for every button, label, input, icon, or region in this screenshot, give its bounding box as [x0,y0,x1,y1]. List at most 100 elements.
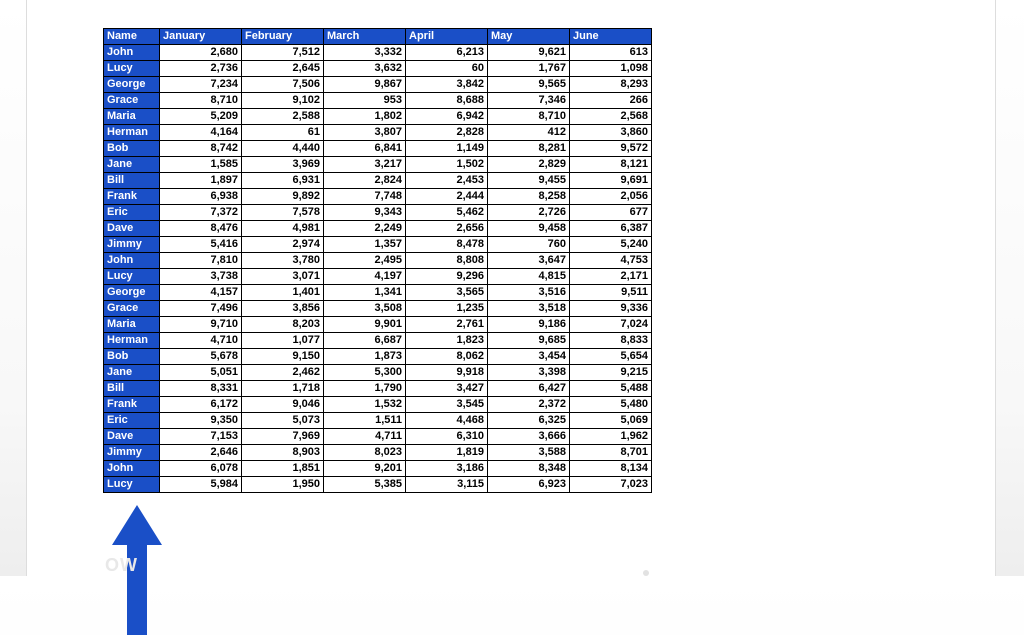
value-cell: 60 [406,61,488,77]
value-cell: 3,427 [406,381,488,397]
value-cell: 6,841 [324,141,406,157]
value-cell: 7,578 [242,205,324,221]
value-cell: 4,753 [570,253,652,269]
value-cell: 2,056 [570,189,652,205]
value-cell: 2,645 [242,61,324,77]
value-cell: 4,157 [160,285,242,301]
row-name-cell: Grace [104,93,160,109]
value-cell: 1,235 [406,301,488,317]
value-cell: 8,742 [160,141,242,157]
value-cell: 3,647 [488,253,570,269]
value-cell: 5,385 [324,477,406,493]
row-name-cell: Frank [104,189,160,205]
value-cell: 9,867 [324,77,406,93]
table-row: Bob5,6789,1501,8738,0623,4545,654 [104,349,652,365]
value-cell: 3,807 [324,125,406,141]
value-cell: 8,701 [570,445,652,461]
table-row: Dave7,1537,9694,7116,3103,6661,962 [104,429,652,445]
table-row: Jimmy2,6468,9038,0231,8193,5888,701 [104,445,652,461]
value-cell: 8,478 [406,237,488,253]
value-cell: 8,203 [242,317,324,333]
value-cell: 953 [324,93,406,109]
value-cell: 2,495 [324,253,406,269]
data-table-wrapper: NameJanuaryFebruaryMarchAprilMayJune Joh… [103,28,652,493]
table-row: Bill1,8976,9312,8242,4539,4559,691 [104,173,652,189]
value-cell: 760 [488,237,570,253]
column-header: January [160,29,242,45]
column-header: April [406,29,488,45]
row-name-cell: Dave [104,221,160,237]
value-cell: 3,666 [488,429,570,445]
value-cell: 7,496 [160,301,242,317]
value-cell: 5,069 [570,413,652,429]
value-cell: 9,296 [406,269,488,285]
value-cell: 1,851 [242,461,324,477]
table-row: Frank6,1729,0461,5323,5452,3725,480 [104,397,652,413]
value-cell: 3,738 [160,269,242,285]
value-cell: 2,736 [160,61,242,77]
value-cell: 6,213 [406,45,488,61]
value-cell: 8,121 [570,157,652,173]
value-cell: 6,687 [324,333,406,349]
value-cell: 5,051 [160,365,242,381]
value-cell: 7,346 [488,93,570,109]
value-cell: 8,134 [570,461,652,477]
value-cell: 4,981 [242,221,324,237]
value-cell: 9,565 [488,77,570,93]
value-cell: 3,860 [570,125,652,141]
value-cell: 5,073 [242,413,324,429]
value-cell: 3,856 [242,301,324,317]
value-cell: 3,516 [488,285,570,301]
table-row: John6,0781,8519,2013,1868,3488,134 [104,461,652,477]
data-table: NameJanuaryFebruaryMarchAprilMayJune Joh… [103,28,652,493]
value-cell: 2,829 [488,157,570,173]
value-cell: 8,833 [570,333,652,349]
value-cell: 2,444 [406,189,488,205]
table-row: Eric9,3505,0731,5114,4686,3255,069 [104,413,652,429]
value-cell: 7,748 [324,189,406,205]
table-row: Maria5,2092,5881,8026,9428,7102,568 [104,109,652,125]
value-cell: 2,372 [488,397,570,413]
value-cell: 1,502 [406,157,488,173]
value-cell: 4,711 [324,429,406,445]
value-cell: 1,819 [406,445,488,461]
table-row: Bill8,3311,7181,7903,4276,4275,488 [104,381,652,397]
value-cell: 2,828 [406,125,488,141]
row-name-cell: Maria [104,317,160,333]
row-name-cell: George [104,285,160,301]
row-name-cell: Grace [104,301,160,317]
value-cell: 3,508 [324,301,406,317]
value-cell: 3,842 [406,77,488,93]
row-name-cell: Lucy [104,477,160,493]
table-row: Grace8,7109,1029538,6887,346266 [104,93,652,109]
value-cell: 9,046 [242,397,324,413]
value-cell: 8,710 [488,109,570,125]
value-cell: 1,950 [242,477,324,493]
table-row: Lucy2,7362,6453,632601,7671,098 [104,61,652,77]
value-cell: 2,680 [160,45,242,61]
column-header: June [570,29,652,45]
value-cell: 3,186 [406,461,488,477]
value-cell: 1,718 [242,381,324,397]
value-cell: 7,024 [570,317,652,333]
value-cell: 5,300 [324,365,406,381]
value-cell: 7,234 [160,77,242,93]
value-cell: 677 [570,205,652,221]
value-cell: 1,341 [324,285,406,301]
value-cell: 3,588 [488,445,570,461]
value-cell: 8,281 [488,141,570,157]
table-row: John2,6807,5123,3326,2139,621613 [104,45,652,61]
value-cell: 61 [242,125,324,141]
document-page: NameJanuaryFebruaryMarchAprilMayJune Joh… [26,0,996,576]
value-cell: 1,532 [324,397,406,413]
value-cell: 2,462 [242,365,324,381]
value-cell: 9,201 [324,461,406,477]
value-cell: 5,462 [406,205,488,221]
value-cell: 5,678 [160,349,242,365]
row-name-cell: John [104,253,160,269]
value-cell: 4,468 [406,413,488,429]
value-cell: 6,310 [406,429,488,445]
value-cell: 2,568 [570,109,652,125]
value-cell: 3,071 [242,269,324,285]
value-cell: 7,506 [242,77,324,93]
